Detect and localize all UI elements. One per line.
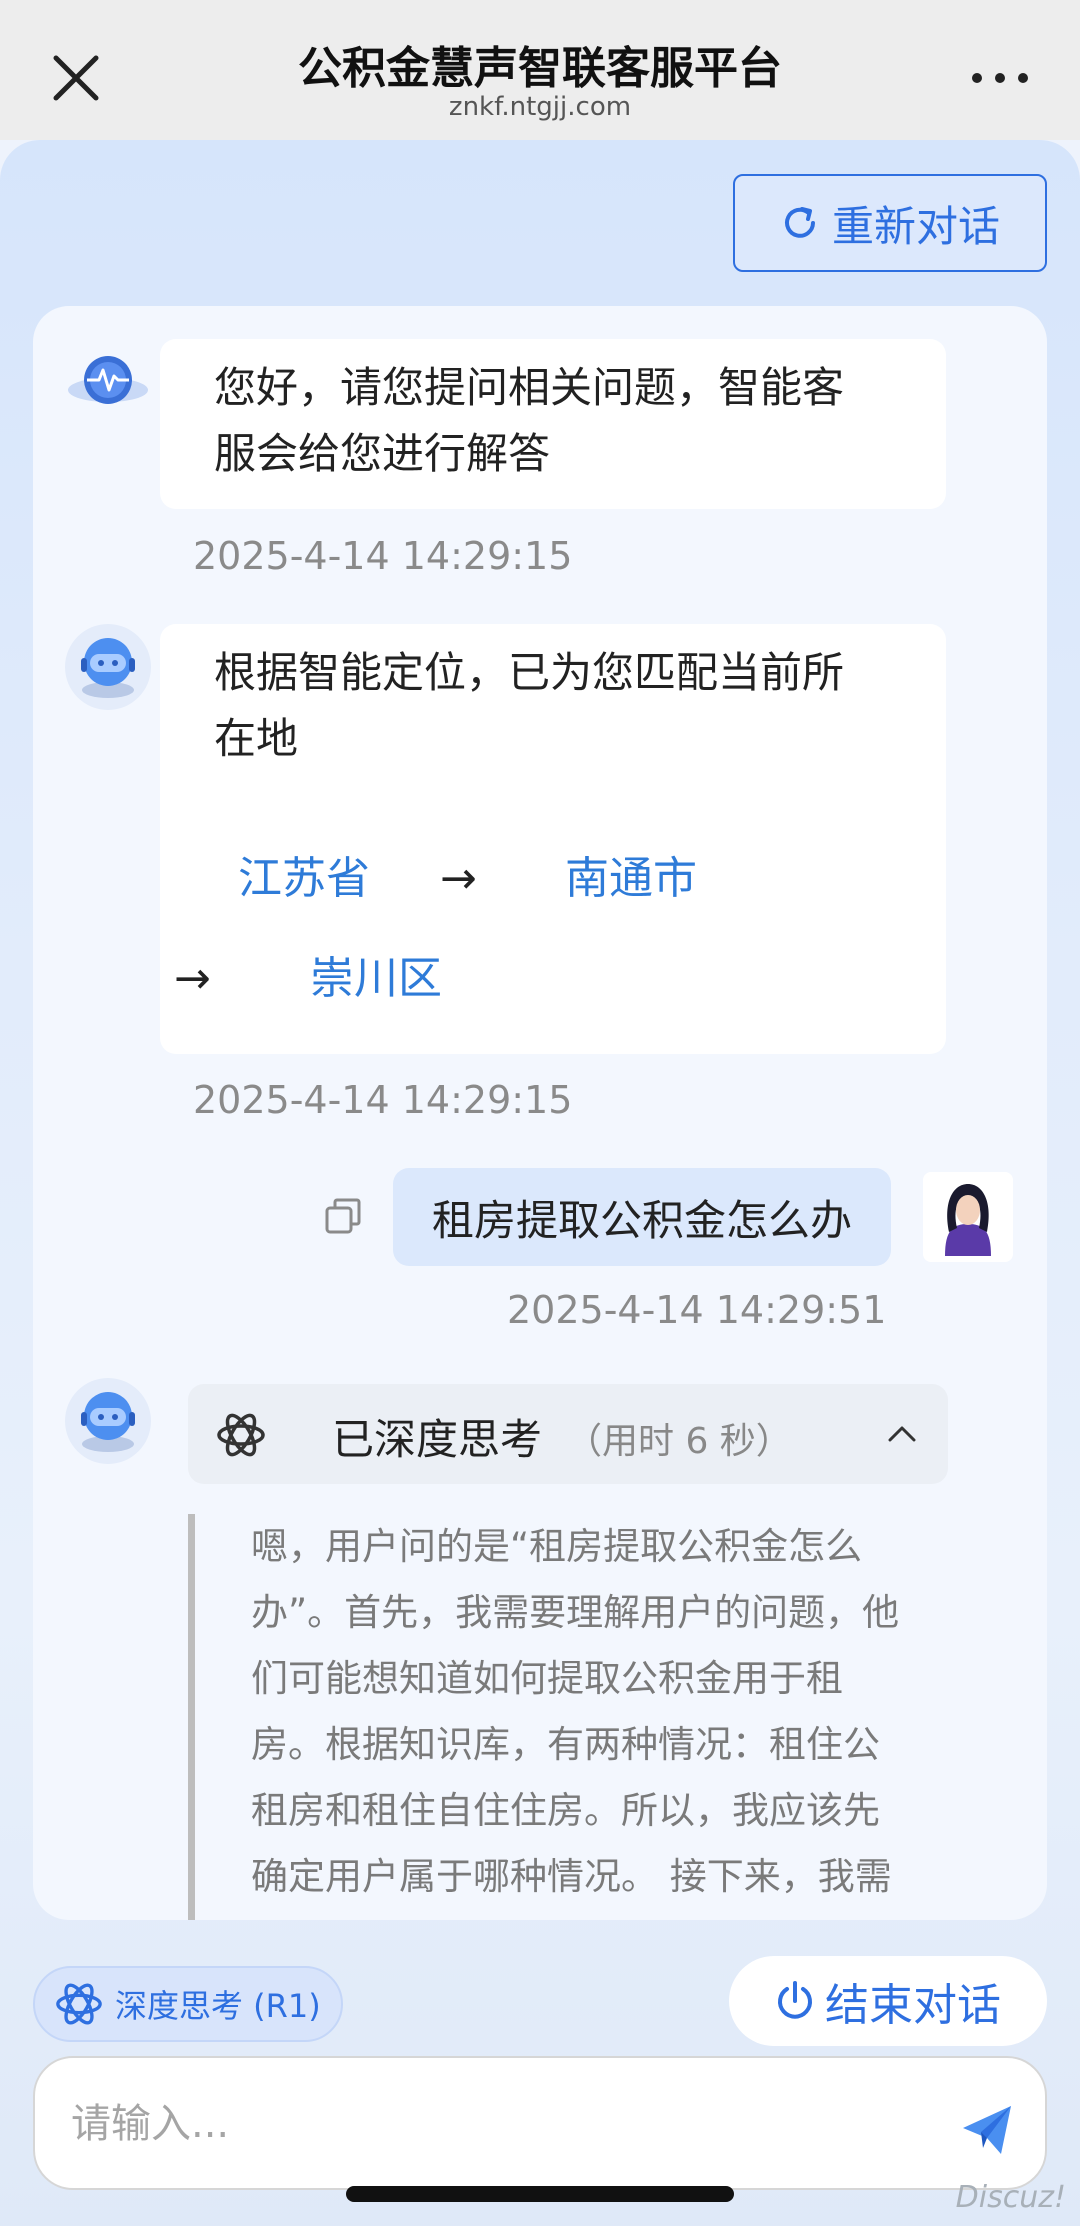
message-timestamp: 2025-4-14 14:29:51	[507, 1288, 887, 1332]
think-content: 嗯，用户问的是“租房提取公积金怎么 办”。首先，我需要理解用户的问题，他 们可能…	[188, 1514, 968, 1920]
message-text: 您好，请您提问相关问题，智能客	[214, 363, 845, 412]
chat-panel[interactable]: 您好，请您提问相关问题，智能客 服会给您进行解答 2025-4-14 14:29…	[33, 306, 1047, 1920]
copy-icon[interactable]	[323, 1196, 363, 1236]
think-line: 确定用户属于哪种情况。 接下来，我需	[251, 1855, 892, 1898]
restart-label: 重新对话	[831, 201, 1000, 251]
bot-message-bubble: 您好，请您提问相关问题，智能客 服会给您进行解答	[160, 339, 946, 509]
think-line: 嗯，用户问的是“租房提取公积金怎么	[251, 1525, 863, 1568]
page-title: 公积金慧声智联客服平台	[298, 43, 782, 94]
end-chat-button[interactable]: 结束对话	[729, 1956, 1047, 2046]
page-domain: znkf.ntgjj.com	[448, 92, 632, 122]
think-line: 办”。首先，我需要理解用户的问题，他	[251, 1591, 900, 1634]
message-text: 根据智能定位，已为您匹配当前所	[214, 648, 845, 697]
message-input[interactable]	[71, 2096, 871, 2152]
chevron-up-icon	[888, 1426, 916, 1442]
restart-button[interactable]: 重新对话	[733, 174, 1047, 272]
message-text: 在地	[214, 714, 299, 763]
deep-think-label: 深度思考 (R1)	[115, 1987, 321, 2025]
power-icon	[778, 1981, 812, 2019]
atom-icon	[56, 1983, 102, 2025]
bot-pulse-avatar-icon	[68, 356, 148, 404]
atom-icon	[217, 1413, 265, 1457]
home-indicator	[346, 2186, 734, 2202]
deep-think-button[interactable]: 深度思考 (R1)	[33, 1966, 343, 2042]
arrow-icon: →	[440, 853, 477, 904]
end-chat-label: 结束对话	[825, 1980, 1001, 2031]
city-link[interactable]: 南通市	[565, 846, 697, 912]
arrow-icon: →	[174, 953, 211, 1004]
think-line: 租房和租住自住住房。所以，我应该先	[251, 1789, 880, 1832]
deep-think-toggle[interactable]: 已深度思考 （用时 6 秒）	[188, 1384, 948, 1484]
think-duration: （用时 6 秒）	[566, 1421, 792, 1462]
province-link[interactable]: 江苏省	[238, 846, 370, 912]
more-menu-button[interactable]	[972, 64, 1028, 92]
more-dot-icon	[995, 73, 1005, 83]
more-dot-icon	[1018, 73, 1028, 83]
think-line: 们可能想知道如何提取公积金用于租	[251, 1657, 843, 1700]
refresh-icon	[784, 207, 815, 238]
more-dot-icon	[972, 73, 982, 83]
district-link[interactable]: 崇川区	[310, 946, 442, 1012]
message-text: 租房提取公积金怎么办	[431, 1195, 852, 1245]
watermark: Discuz!	[955, 2180, 1066, 2215]
bot-avatar-icon	[65, 624, 151, 710]
message-text: 服会给您进行解答	[214, 429, 551, 478]
think-title: 已深度思考	[332, 1415, 543, 1464]
location-message-bubble: 根据智能定位，已为您匹配当前所 在地 江苏省 → 南通市 → 崇川区	[160, 624, 946, 1054]
message-input-box[interactable]	[33, 2056, 1047, 2190]
think-line: 房。根据知识库，有两种情况：租住公	[251, 1723, 880, 1766]
message-timestamp: 2025-4-14 14:29:15	[193, 1078, 573, 1122]
top-bar: 公积金慧声智联客服平台 znkf.ntgjj.com	[0, 0, 1080, 140]
send-icon[interactable]	[959, 2102, 1015, 2158]
message-timestamp: 2025-4-14 14:29:15	[193, 534, 573, 578]
user-message-bubble: 租房提取公积金怎么办	[393, 1168, 891, 1266]
user-avatar	[923, 1172, 1013, 1262]
bot-avatar-icon	[65, 1378, 151, 1464]
